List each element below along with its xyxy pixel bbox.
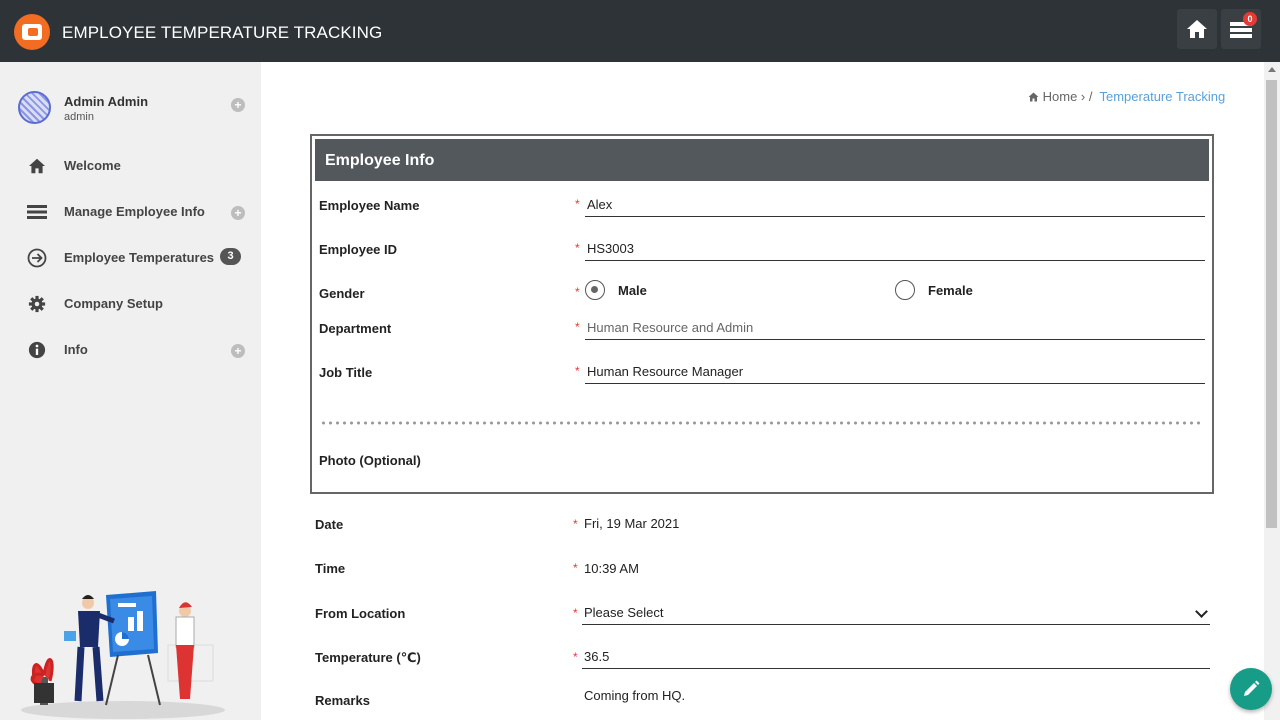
gender-label: Gender — [319, 286, 365, 301]
required-marker: * — [575, 320, 580, 334]
from-location-value: Please Select — [584, 605, 664, 620]
home-icon — [27, 156, 47, 176]
gender-male-label[interactable]: Male — [618, 283, 647, 298]
required-marker: * — [573, 561, 578, 575]
count-badge: 3 — [220, 248, 241, 265]
gender-female-label[interactable]: Female — [928, 283, 973, 298]
sidebar: Admin Admin admin + Welcome Manage Emplo… — [0, 62, 261, 720]
sidebar-item-info[interactable]: Info + — [0, 330, 261, 370]
user-role: admin — [64, 111, 94, 123]
breadcrumb-home-link[interactable]: Home — [1043, 89, 1078, 104]
sidebar-item-welcome[interactable]: Welcome — [0, 146, 261, 186]
sidebar-item-label: Info — [64, 342, 88, 357]
scrollbar[interactable] — [1264, 62, 1280, 720]
panel-header: Employee Info — [315, 139, 1209, 181]
remarks-label: Remarks — [315, 693, 370, 708]
breadcrumb-separator: / — [1088, 89, 1093, 104]
gear-icon — [27, 294, 47, 314]
edit-button[interactable] — [1230, 668, 1272, 710]
remarks-field[interactable]: Coming from HQ. — [582, 684, 1210, 708]
gender-male-radio[interactable] — [585, 280, 605, 300]
employee-id-label: Employee ID — [319, 242, 398, 257]
info-icon — [27, 340, 47, 360]
user-profile[interactable]: Admin Admin admin + — [18, 90, 248, 130]
job-title-label: Job Title — [319, 365, 373, 380]
user-name: Admin Admin — [64, 94, 149, 109]
required-marker: * — [573, 650, 578, 664]
main-content: Home › / Temperature Tracking Employee I… — [261, 62, 1264, 720]
sidebar-item-label: Employee Temperatures — [64, 250, 215, 265]
notification-badge: 0 — [1243, 12, 1257, 26]
temperature-label: Temperature (℃) — [315, 650, 421, 665]
arrow-circle-icon — [27, 248, 47, 268]
required-marker: * — [575, 285, 580, 299]
employee-id-field[interactable]: HS3003 — [585, 237, 1205, 261]
scroll-up-arrow[interactable] — [1268, 67, 1276, 72]
sidebar-item-company-setup[interactable]: Company Setup — [0, 284, 261, 324]
chevron-down-icon — [1195, 605, 1208, 618]
time-label: Time — [315, 561, 346, 576]
date-label: Date — [315, 517, 344, 532]
breadcrumb-current[interactable]: Temperature Tracking — [1100, 89, 1226, 104]
job-title-field[interactable]: Human Resource Manager — [585, 360, 1205, 384]
breadcrumb: Home › / Temperature Tracking — [1028, 89, 1225, 104]
expand-plus-icon[interactable]: + — [231, 344, 245, 358]
home-icon — [1028, 92, 1039, 102]
department-label: Department — [319, 321, 392, 336]
app-title: EMPLOYEE TEMPERATURE TRACKING — [62, 23, 383, 42]
home-icon — [1187, 20, 1207, 38]
presentation-illustration — [21, 591, 225, 719]
sidebar-item-label: Manage Employee Info — [64, 204, 205, 219]
sidebar-item-manage-employee-info[interactable]: Manage Employee Info + — [0, 192, 261, 232]
notifications-button[interactable]: 0 — [1221, 9, 1261, 49]
department-field[interactable]: Human Resource and Admin — [585, 316, 1205, 340]
from-location-label: From Location — [315, 606, 406, 621]
home-button[interactable] — [1177, 9, 1217, 49]
temperature-field[interactable]: 36.5 — [582, 645, 1210, 669]
scrollbar-thumb[interactable] — [1266, 80, 1277, 528]
dotted-divider — [320, 421, 1204, 425]
employee-name-label: Employee Name — [319, 198, 420, 213]
gender-female-radio[interactable] — [895, 280, 915, 300]
required-marker: * — [573, 606, 578, 620]
required-marker: * — [575, 197, 580, 211]
employee-info-panel: Employee Info Employee Name * Alex Emplo… — [310, 134, 1214, 494]
photo-label: Photo (Optional) — [319, 453, 421, 468]
required-marker: * — [575, 241, 580, 255]
pencil-icon — [1244, 680, 1260, 696]
sidebar-item-employee-temperatures[interactable]: Employee Temperatures 3 — [0, 238, 261, 278]
sidebar-item-label: Welcome — [64, 158, 121, 173]
top-bar: EMPLOYEE TEMPERATURE TRACKING 0 — [0, 0, 1280, 62]
expand-plus-icon[interactable]: + — [231, 206, 245, 220]
date-field[interactable]: Fri, 19 Mar 2021 — [582, 512, 1210, 536]
app-logo[interactable] — [14, 14, 50, 50]
expand-plus-icon[interactable]: + — [231, 98, 245, 112]
required-marker: * — [575, 364, 580, 378]
from-location-select[interactable]: Please Select — [582, 601, 1210, 625]
required-marker: * — [573, 517, 578, 531]
list-icon — [27, 202, 47, 222]
time-field[interactable]: 10:39 AM — [582, 557, 1210, 581]
employee-name-field[interactable]: Alex — [585, 193, 1205, 217]
avatar — [18, 91, 51, 124]
sidebar-item-label: Company Setup — [64, 296, 163, 311]
